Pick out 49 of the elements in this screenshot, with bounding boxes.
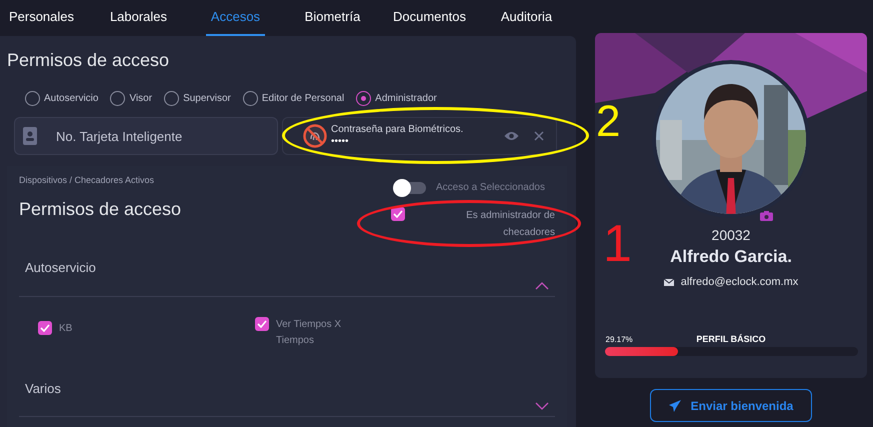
caret-icon (535, 282, 549, 290)
input-field[interactable]: No. Tarjeta Inteligente (14, 117, 278, 155)
checkbox-label: Es administrador de checadores (465, 209, 555, 240)
caret-icon (535, 402, 549, 410)
radio-label: Editor de Personal (262, 92, 344, 106)
radio-label: Visor (129, 92, 152, 106)
accordion-header[interactable]: Varios (19, 378, 555, 417)
radio-button[interactable] (164, 91, 180, 106)
employee-number: 20032 (712, 227, 750, 243)
tab[interactable]: Personales (0, 0, 90, 36)
checkbox[interactable] (255, 316, 269, 330)
tab[interactable]: Laborales (90, 0, 187, 36)
tab[interactable]: Auditoria (478, 0, 575, 36)
badge-icon (23, 127, 37, 145)
radio-button[interactable] (110, 91, 126, 106)
radio-button[interactable] (356, 91, 372, 106)
section-title: Permisos de acceso (19, 198, 182, 220)
eye-icon[interactable] (504, 131, 519, 141)
checkbox[interactable] (391, 207, 405, 221)
employee-name: Alfredo Garcia. (670, 247, 792, 267)
paper-plane-icon (668, 400, 681, 412)
field-label: Contraseña para Biométricos. (331, 124, 464, 136)
caption: Dispositivos / Checadores Activos (19, 174, 156, 187)
camera-icon[interactable] (760, 211, 773, 221)
envelope-icon (664, 278, 674, 286)
checkbox-label: Ver Tiempos X Tiempos (276, 318, 342, 348)
radio-label: Supervisor (183, 92, 231, 106)
radio-button[interactable] (242, 91, 258, 106)
progress-label: PERFIL BÁSICO (696, 332, 766, 346)
accordion-header[interactable]: Autoservicio (19, 258, 555, 296)
tab[interactable]: Biometría (284, 0, 381, 36)
close-icon[interactable] (534, 131, 544, 141)
radio-label: Autoservicio (44, 92, 98, 106)
field-value: ••••• (331, 136, 350, 148)
toggle-switch[interactable] (396, 182, 426, 194)
toggle-label: Acceso a Seleccionados (436, 181, 545, 195)
section-title: Permisos de acceso (7, 49, 170, 71)
send-welcome-button[interactable]: Enviar bienvenida (650, 389, 812, 422)
radio-button[interactable] (25, 91, 40, 106)
checkbox-label: KB (59, 322, 74, 336)
email: alfredo@eclock.com.mx (680, 275, 798, 290)
tab[interactable]: Documentos (381, 0, 478, 36)
progress-reading: 29.17% (606, 334, 633, 346)
annotation-number: 1 (603, 218, 632, 270)
fingerprint-blocked-icon (303, 124, 327, 148)
radio-label: Administrador (375, 92, 437, 106)
password-field[interactable]: Contraseña para Biométricos. ••••• (282, 117, 557, 155)
annotation-number: 2 (596, 100, 620, 144)
checkbox[interactable] (38, 320, 52, 334)
